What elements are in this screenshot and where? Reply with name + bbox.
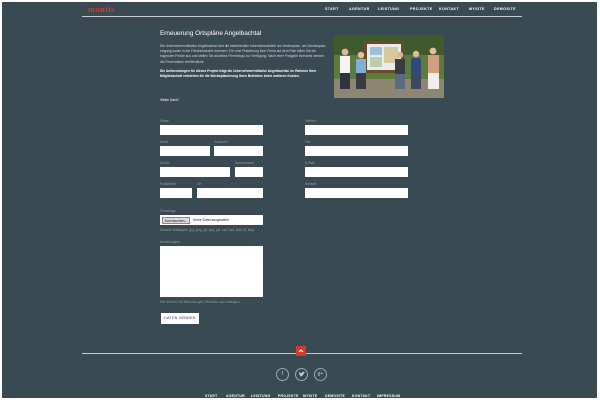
input-ort[interactable] (197, 188, 263, 198)
input-vorname[interactable] (214, 146, 263, 156)
nav-item-leistung[interactable]: LEISTUNG (378, 7, 399, 11)
thanks-text: Vielen Dank! (160, 98, 179, 102)
label-strasse: Straße (160, 161, 170, 165)
site-logo[interactable]: mantis (88, 4, 114, 14)
nav-item-kontakt[interactable]: KONTAKT (439, 7, 459, 11)
input-website[interactable] (305, 188, 408, 198)
footer-item-impressum[interactable]: IMPRESSUM (377, 394, 400, 398)
input-hausnummer[interactable] (235, 167, 263, 177)
label-plz: Postleitzahl (160, 182, 177, 186)
label-anmerkungen: Anmerkungen (160, 240, 180, 244)
intro-text: Die Unternehmerinitiative Angelbachtal w… (160, 44, 327, 64)
nav-item-projekte[interactable]: PROJEKTE (410, 7, 433, 11)
label-fax: Fax (305, 140, 311, 144)
header-divider (82, 16, 522, 17)
google-plus-icon[interactable]: g+ (314, 368, 327, 381)
cost-notice: Die Aufwendungen für dieses Projekt träg… (160, 69, 317, 79)
file-status: Keine Datei ausgewählt. (193, 217, 230, 222)
footer-item-agentur[interactable]: AGENTUR (226, 394, 245, 398)
label-vorname: Vorname* (214, 140, 228, 144)
footer-item-mysite[interactable]: MYSITE (303, 394, 317, 398)
input-name[interactable] (160, 146, 210, 156)
page: mantis START AGENTUR LEISTUNG PROJEKTE K… (2, 2, 597, 398)
input-firma[interactable] (160, 125, 263, 135)
nav-item-start[interactable]: START (325, 7, 339, 11)
input-telefon[interactable] (305, 125, 408, 135)
label-email: E-Mail* (305, 161, 316, 165)
input-plz[interactable] (160, 188, 192, 198)
group-photo (334, 35, 444, 98)
textarea-anmerkungen[interactable] (160, 246, 263, 297)
page-title: Erneuerung Ortspläne Angelbachtal (160, 30, 262, 37)
label-website: Website (305, 182, 317, 186)
submit-button[interactable]: DATEN SENDEN (161, 313, 199, 324)
footer-item-start[interactable]: START (205, 394, 218, 398)
comment-hint: Hier können Sie Bemerkungen, Hinweise us… (160, 300, 241, 304)
chevron-up-icon[interactable] (296, 346, 306, 356)
label-firma: Firma* (160, 119, 170, 123)
input-fax[interactable] (305, 146, 408, 156)
twitter-icon[interactable] (295, 368, 308, 381)
label-ort: Ort (197, 182, 202, 186)
label-name: Name (160, 140, 169, 144)
top-bar: mantis START AGENTUR LEISTUNG PROJEKTE K… (2, 2, 597, 16)
nav-item-agentur[interactable]: AGENTUR (349, 7, 370, 11)
footer-item-kontakt[interactable]: KONTAKT (352, 394, 370, 398)
footer-item-demosite[interactable]: DEMOSITE (325, 394, 345, 398)
input-strasse[interactable] (160, 167, 230, 177)
nav-item-demosite[interactable]: DEMOSITE (494, 7, 516, 11)
footer-item-leistung[interactable]: LEISTUNG (251, 394, 271, 398)
file-upload: Durchsuchen... Keine Datei ausgewählt. (160, 215, 263, 225)
label-telefon: Telefon* (305, 119, 317, 123)
footer-item-projekte[interactable]: PROJEKTE (278, 394, 299, 398)
nav-item-mysite[interactable]: MYSITE (469, 7, 485, 11)
browse-button[interactable]: Durchsuchen... (162, 216, 190, 224)
allowed-filetypes: Erlaubte Dateitypen: jpg, jpeg, gif, png… (160, 228, 255, 232)
facebook-icon[interactable]: f (276, 368, 289, 381)
label-firmenlogo: Firmenlogo (160, 209, 176, 213)
input-email[interactable] (305, 167, 408, 177)
label-hausnummer: Hausnummer (235, 161, 255, 165)
